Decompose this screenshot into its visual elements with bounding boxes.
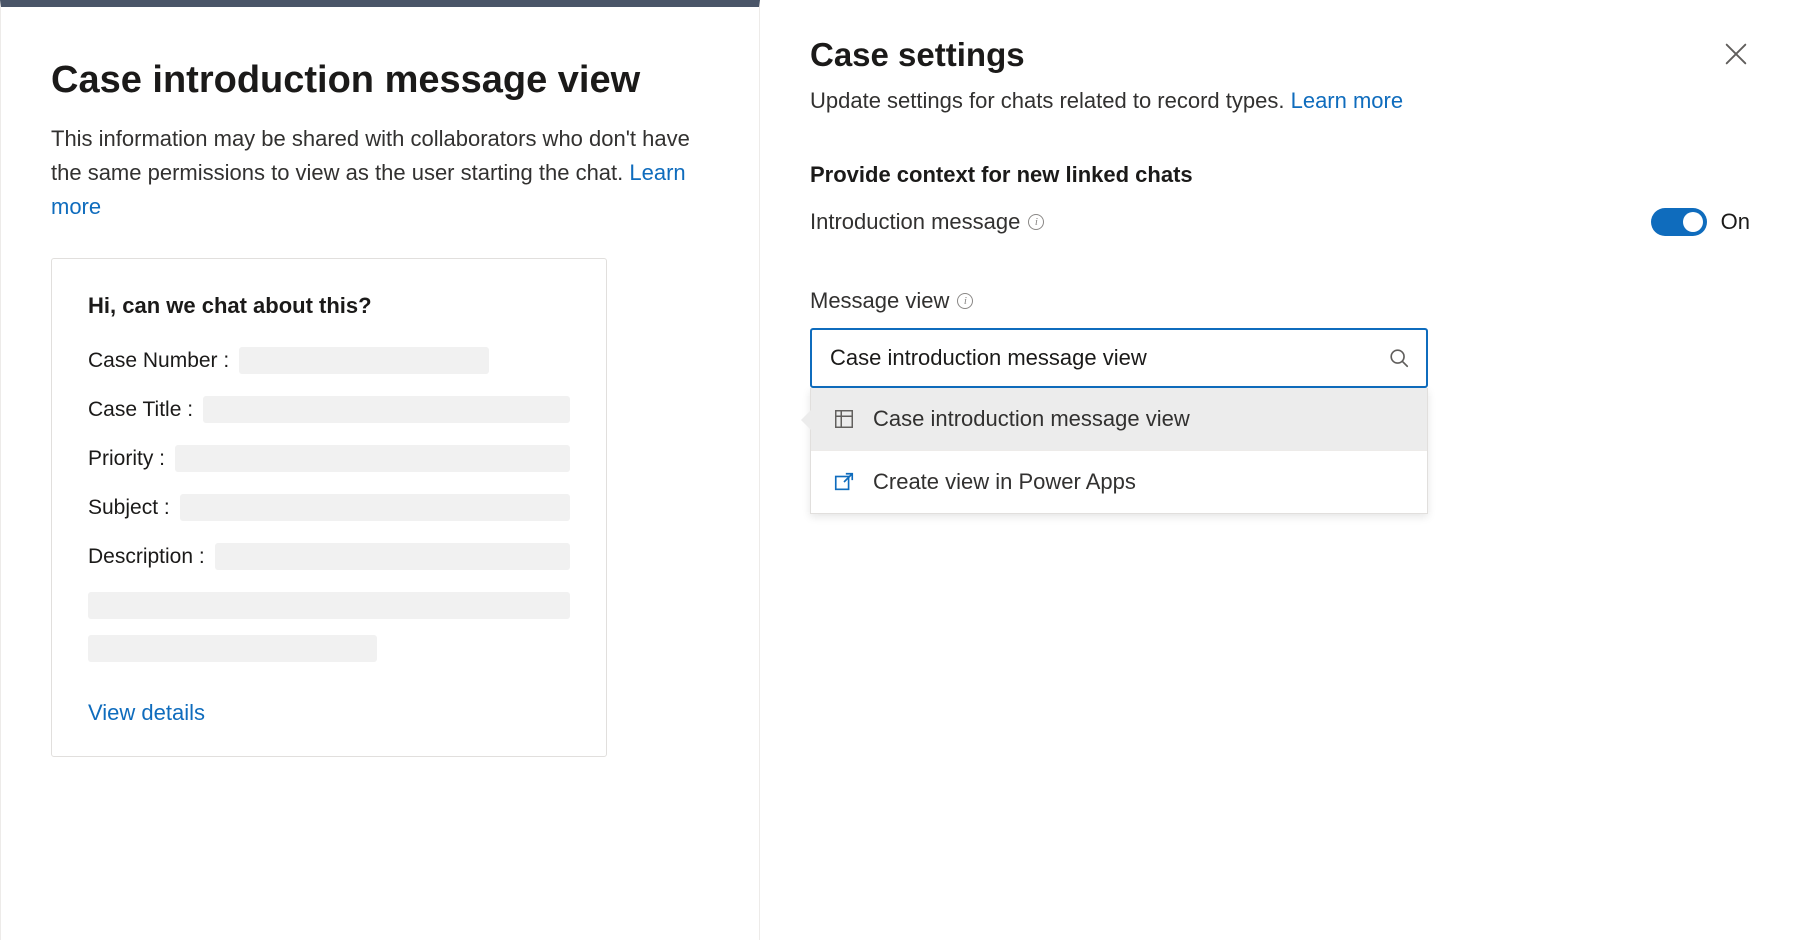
preview-field-label: Subject : <box>88 496 170 520</box>
intro-message-label-text: Introduction message <box>810 209 1020 235</box>
case-settings-description: Update settings for chats related to rec… <box>810 88 1750 114</box>
intro-preview-description: This information may be shared with coll… <box>51 122 709 224</box>
message-view-dropdown: Case introduction message view Create vi… <box>810 388 1428 514</box>
message-view-label: Message view i <box>810 288 1750 314</box>
view-details-link[interactable]: View details <box>88 700 205 726</box>
placeholder-bar <box>88 635 377 662</box>
dropdown-option-label: Create view in Power Apps <box>873 469 1136 495</box>
intro-message-label: Introduction message i <box>810 209 1044 235</box>
message-view-lookup <box>810 328 1428 388</box>
case-settings-title: Case settings <box>810 36 1750 74</box>
preview-field-priority: Priority : <box>88 445 570 472</box>
intro-preview-panel: Case introduction message view This info… <box>0 0 760 940</box>
preview-field-label: Priority : <box>88 447 165 471</box>
preview-field-label: Case Number : <box>88 349 229 373</box>
preview-field-description: Description : <box>88 543 570 570</box>
message-view-input[interactable] <box>810 328 1428 388</box>
intro-preview-desc-text: This information may be shared with coll… <box>51 126 690 185</box>
preview-field-case-title: Case Title : <box>88 396 570 423</box>
message-view-label-text: Message view <box>810 288 949 314</box>
form-icon <box>833 408 855 430</box>
placeholder-bar <box>175 445 570 472</box>
preview-field-case-number: Case Number : <box>88 347 570 374</box>
placeholder-bar <box>180 494 570 521</box>
case-settings-panel: Case settings Update settings for chats … <box>760 0 1800 940</box>
placeholder-bar <box>215 543 570 570</box>
app-root: Case introduction message view This info… <box>0 0 1800 940</box>
preview-field-subject: Subject : <box>88 494 570 521</box>
intro-message-toggle-state: On <box>1721 209 1750 235</box>
intro-preview-title: Case introduction message view <box>51 59 709 102</box>
message-preview-card: Hi, can we chat about this? Case Number … <box>51 258 607 757</box>
dropdown-option-existing-view[interactable]: Case introduction message view <box>811 388 1427 450</box>
close-icon <box>1722 40 1750 68</box>
case-settings-desc-text: Update settings for chats related to rec… <box>810 88 1291 113</box>
intro-message-toggle-wrap: On <box>1651 208 1750 236</box>
dropdown-option-create-view[interactable]: Create view in Power Apps <box>811 450 1427 513</box>
placeholder-bar <box>203 396 570 423</box>
open-external-icon <box>833 471 855 493</box>
info-icon[interactable]: i <box>957 293 973 309</box>
dropdown-notch <box>801 410 811 430</box>
placeholder-bar <box>239 347 489 374</box>
preview-field-label: Case Title : <box>88 398 193 422</box>
intro-message-toggle[interactable] <box>1651 208 1707 236</box>
intro-message-setting-row: Introduction message i On <box>810 208 1750 236</box>
preview-field-label: Description : <box>88 545 205 569</box>
close-button[interactable] <box>1722 40 1750 68</box>
dropdown-option-label: Case introduction message view <box>873 406 1190 432</box>
placeholder-bar <box>88 592 570 619</box>
context-section-heading: Provide context for new linked chats <box>810 162 1750 188</box>
info-icon[interactable]: i <box>1028 214 1044 230</box>
message-preview-heading: Hi, can we chat about this? <box>88 293 570 319</box>
case-settings-learn-more-link[interactable]: Learn more <box>1291 88 1404 113</box>
